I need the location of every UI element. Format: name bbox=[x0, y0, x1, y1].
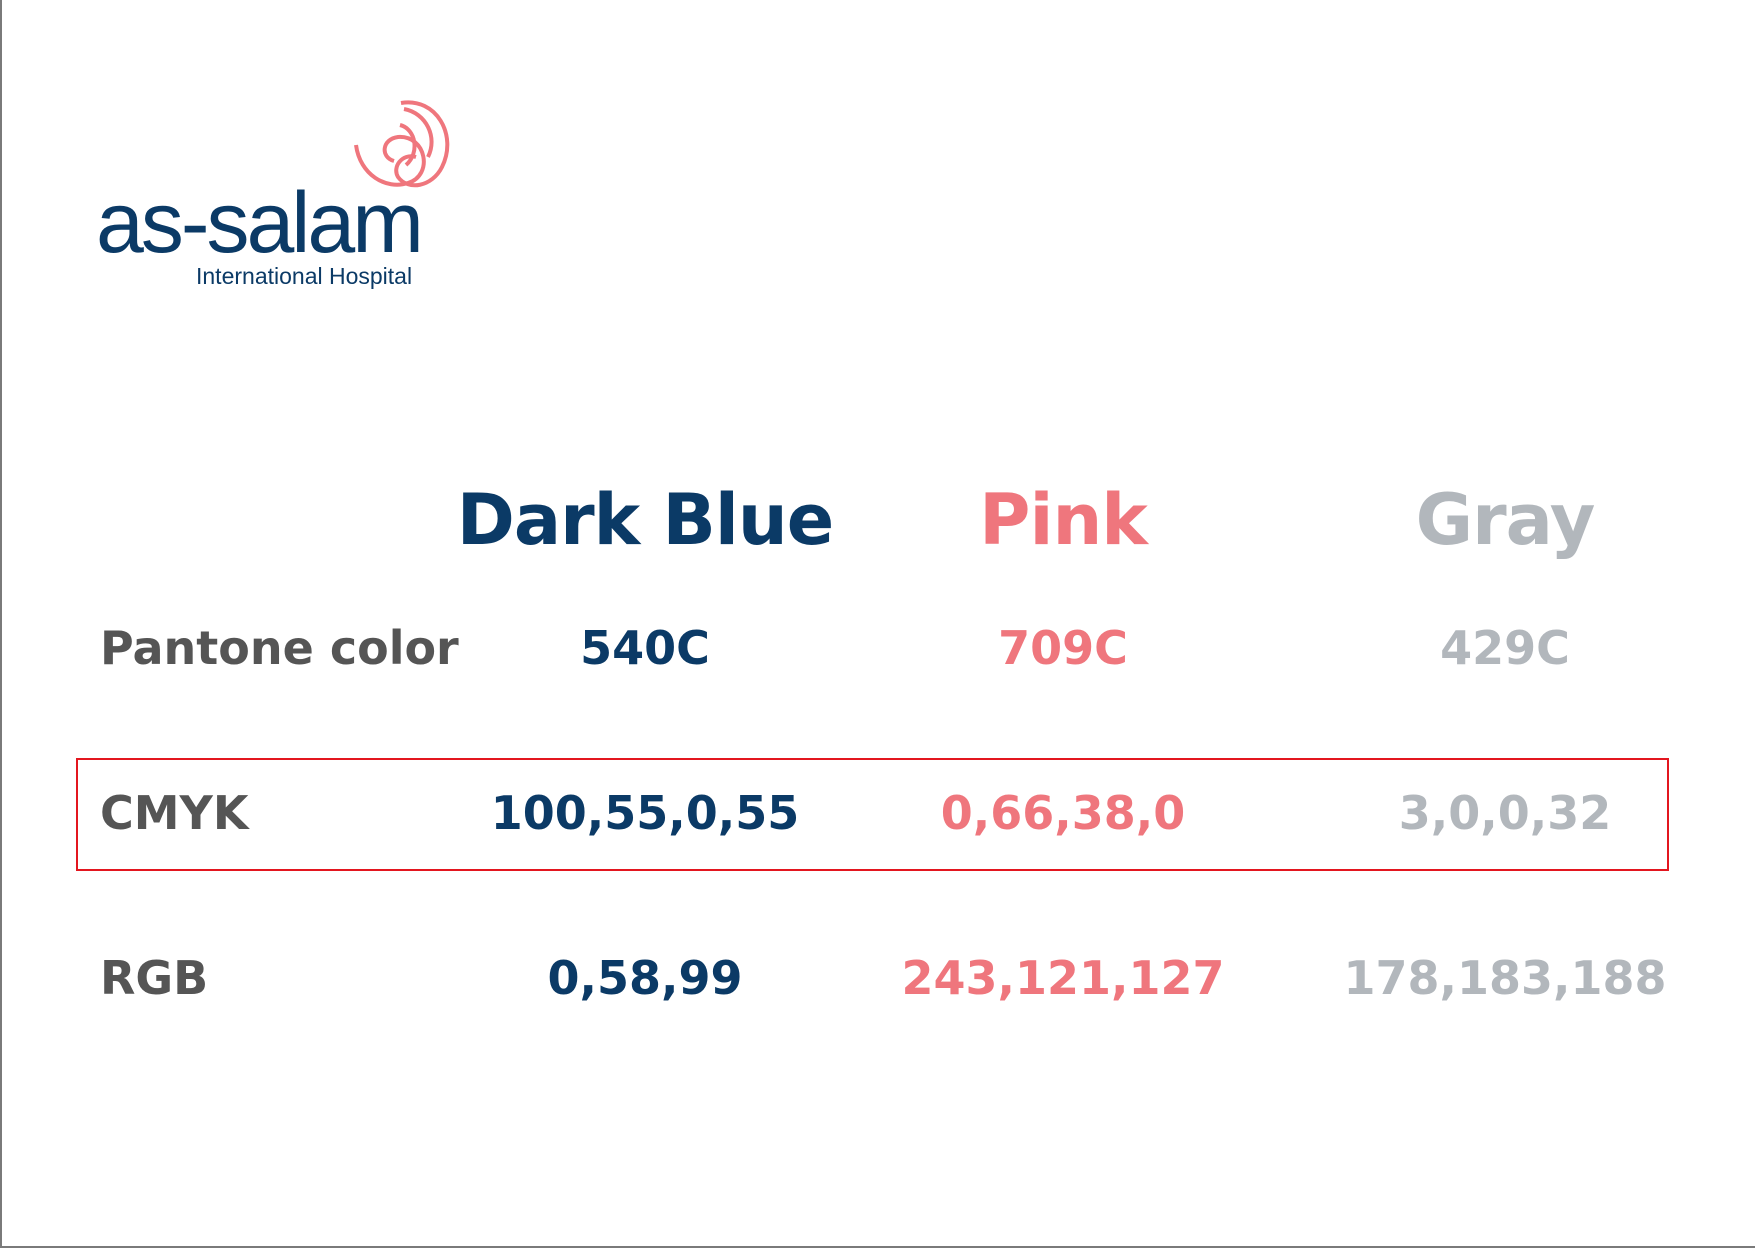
rgb-dark-blue: 0,58,99 bbox=[547, 951, 743, 1005]
cmyk-pink: 0,66,38,0 bbox=[940, 786, 1186, 840]
column-header-pink: Pink bbox=[979, 479, 1148, 561]
row-label-cmyk: CMYK bbox=[100, 786, 249, 840]
rgb-gray: 178,183,188 bbox=[1343, 951, 1667, 1005]
row-label-rgb: RGB bbox=[100, 951, 209, 1005]
pantone-gray: 429C bbox=[1440, 621, 1570, 675]
column-header-dark-blue: Dark Blue bbox=[456, 479, 834, 561]
pantone-dark-blue: 540C bbox=[580, 621, 710, 675]
rgb-pink: 243,121,127 bbox=[901, 951, 1225, 1005]
as-salam-logo: as-salam International Hospital bbox=[96, 95, 456, 305]
cmyk-dark-blue: 100,55,0,55 bbox=[490, 786, 800, 840]
pantone-pink: 709C bbox=[998, 621, 1128, 675]
cmyk-gray: 3,0,0,32 bbox=[1398, 786, 1612, 840]
column-header-gray: Gray bbox=[1415, 479, 1596, 561]
logo-subtitle: International Hospital bbox=[196, 263, 413, 289]
logo-wordmark: as-salam bbox=[96, 175, 424, 271]
